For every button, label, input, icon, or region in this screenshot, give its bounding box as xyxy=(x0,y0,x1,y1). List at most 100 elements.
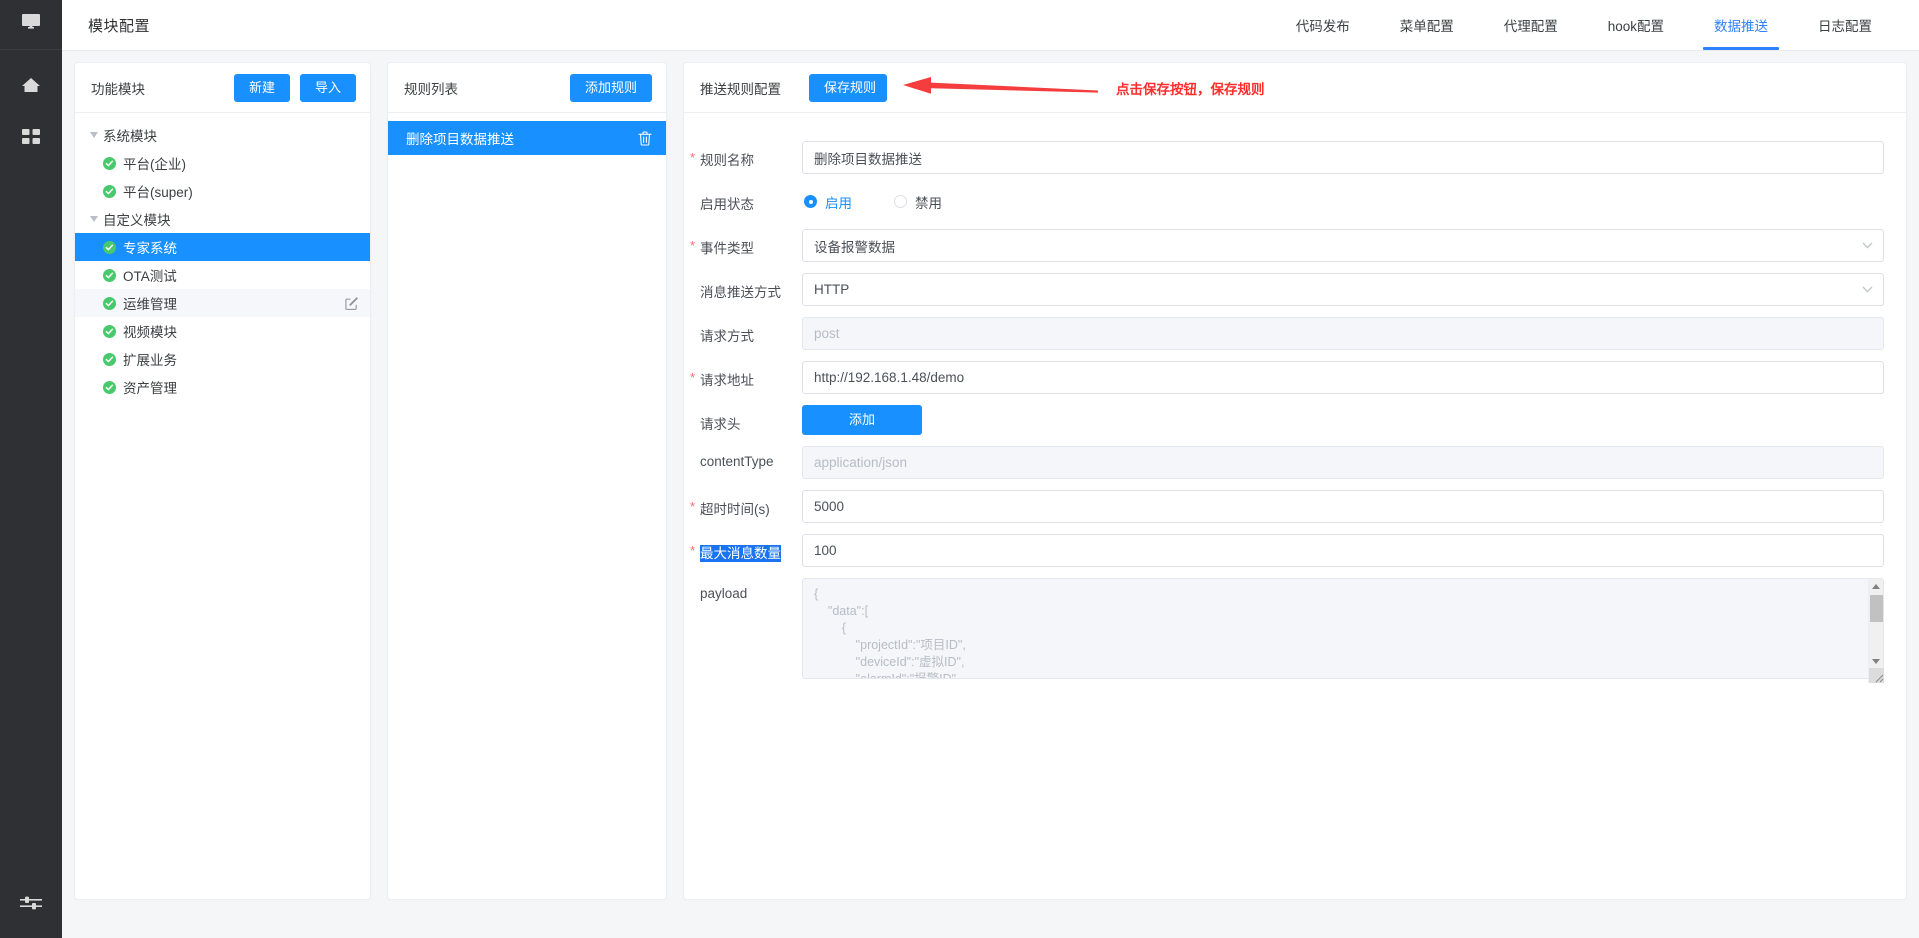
enable-state-radio-group: 启用 禁用 xyxy=(802,185,1884,218)
tree-group-system[interactable]: 系统模块 xyxy=(75,121,370,149)
request-method-label: 请求方式 xyxy=(684,317,802,345)
save-rule-button[interactable]: 保存规则 xyxy=(809,74,887,102)
scrollbar-track[interactable] xyxy=(1869,593,1884,654)
form-row-request-header: 请求头 添加 xyxy=(684,405,1884,435)
trash-icon[interactable] xyxy=(638,131,652,146)
tab-log-config[interactable]: 日志配置 xyxy=(1793,0,1897,50)
tab-proxy-config[interactable]: 代理配置 xyxy=(1479,0,1583,50)
tree-item-ota-test[interactable]: OTA测试 xyxy=(75,261,370,289)
tree-label: OTA测试 xyxy=(123,265,177,285)
tree-label: 资产管理 xyxy=(123,377,177,397)
tree-label: 视频模块 xyxy=(123,321,177,341)
sidebar-item-apps[interactable] xyxy=(18,124,44,150)
timeout-input[interactable] xyxy=(802,490,1884,523)
config-panel-header: 推送规则配置 保存规则 点击保存按钮，保存规则 xyxy=(684,63,1906,113)
event-type-select[interactable] xyxy=(802,229,1884,262)
tree-label: 运维管理 xyxy=(123,293,177,313)
add-header-button[interactable]: 添加 xyxy=(802,405,922,435)
tree-label: 系统模块 xyxy=(103,125,157,145)
push-method-value[interactable] xyxy=(802,273,1884,306)
content-type-input xyxy=(802,446,1884,479)
content-columns: 功能模块 新建 导入 系统模块 xyxy=(62,51,1919,938)
annotation-callout: 点击保存按钮，保存规则 xyxy=(903,74,1265,101)
event-type-value[interactable] xyxy=(802,229,1884,262)
tree-item-platform-super[interactable]: 平台(super) xyxy=(75,177,370,205)
rule-name-label: 删除项目数据推送 xyxy=(406,128,638,148)
tab-label: 数据推送 xyxy=(1714,15,1768,35)
rule-name-input[interactable] xyxy=(802,141,1884,174)
rule-name-label: 规则名称 xyxy=(684,141,802,169)
request-header-label: 请求头 xyxy=(684,405,802,433)
tab-hook-config[interactable]: hook配置 xyxy=(1583,0,1689,50)
tab-data-push[interactable]: 数据推送 xyxy=(1689,0,1793,50)
check-circle-icon xyxy=(103,325,116,338)
tab-code-release[interactable]: 代码发布 xyxy=(1271,0,1375,50)
new-module-button[interactable]: 新建 xyxy=(234,74,290,102)
rail-item-list xyxy=(18,50,44,150)
top-bar: 模块配置 代码发布 菜单配置 代理配置 hook配置 数据推送 日志配置 xyxy=(62,0,1919,51)
resize-grip-icon[interactable] xyxy=(1869,668,1884,683)
timeout-label: 超时时间(s) xyxy=(684,490,802,518)
sidebar-item-home[interactable] xyxy=(18,72,44,98)
radio-dot-icon xyxy=(804,195,817,208)
payload-label: payload xyxy=(684,578,802,601)
modules-panel-header: 功能模块 新建 导入 xyxy=(75,63,370,113)
config-panel: 推送规则配置 保存规则 点击保存按钮，保存规则 xyxy=(683,62,1907,900)
form-row-max-messages: 最大消息数量 xyxy=(684,534,1884,567)
radio-label: 启用 xyxy=(825,192,852,212)
chevron-down-icon[interactable] xyxy=(85,216,103,222)
config-panel-body: 规则名称 启用状态 xyxy=(684,113,1906,899)
rules-panel-title: 规则列表 xyxy=(404,78,458,98)
tab-menu-config[interactable]: 菜单配置 xyxy=(1375,0,1479,50)
tree-item-video-module[interactable]: 视频模块 xyxy=(75,317,370,345)
radio-label: 禁用 xyxy=(915,192,942,212)
payload-textarea[interactable]: { "data":[ { "projectId":"项目ID", "device… xyxy=(802,578,1884,679)
add-rule-button[interactable]: 添加规则 xyxy=(570,74,652,102)
check-circle-icon xyxy=(103,269,116,282)
check-circle-icon xyxy=(103,381,116,394)
radio-disabled[interactable]: 禁用 xyxy=(894,192,942,212)
event-type-label: 事件类型 xyxy=(684,229,802,257)
check-circle-icon xyxy=(103,241,116,254)
radio-enabled[interactable]: 启用 xyxy=(804,192,852,212)
chevron-down-icon[interactable] xyxy=(85,132,103,138)
import-module-button[interactable]: 导入 xyxy=(300,74,356,102)
modules-panel-title: 功能模块 xyxy=(91,78,145,98)
request-url-label: 请求地址 xyxy=(684,361,802,389)
rail-logo[interactable] xyxy=(0,0,62,50)
rail-bottom xyxy=(0,890,62,916)
check-circle-icon xyxy=(103,353,116,366)
request-method-input xyxy=(802,317,1884,350)
module-tree: 系统模块 平台(企业) xyxy=(75,121,370,401)
scroll-up-icon[interactable] xyxy=(1869,579,1884,593)
tab-label: 代码发布 xyxy=(1296,15,1350,35)
payload-scrollbar[interactable] xyxy=(1868,579,1883,683)
check-circle-icon xyxy=(103,297,116,310)
push-method-select[interactable] xyxy=(802,273,1884,306)
top-nav: 代码发布 菜单配置 代理配置 hook配置 数据推送 日志配置 xyxy=(1271,0,1897,50)
push-rule-form: 规则名称 启用状态 xyxy=(684,121,1906,684)
request-url-input[interactable] xyxy=(802,361,1884,394)
sidebar-item-settings[interactable] xyxy=(18,890,44,916)
modules-panel-body[interactable]: 系统模块 平台(企业) xyxy=(75,113,370,899)
tree-item-extension-business[interactable]: 扩展业务 xyxy=(75,345,370,373)
scrollbar-thumb[interactable] xyxy=(1870,595,1883,622)
form-row-content-type: contentType xyxy=(684,446,1884,479)
tree-item-asset-management[interactable]: 资产管理 xyxy=(75,373,370,401)
edit-icon[interactable] xyxy=(345,297,358,310)
form-row-timeout: 超时时间(s) xyxy=(684,490,1884,523)
form-row-request-url: 请求地址 xyxy=(684,361,1884,394)
list-item[interactable]: 删除项目数据推送 xyxy=(388,121,666,155)
page-title: 模块配置 xyxy=(88,0,150,50)
tree-item-expert-system[interactable]: 专家系统 xyxy=(75,233,370,261)
tree-group-custom[interactable]: 自定义模块 xyxy=(75,205,370,233)
tree-item-platform-enterprise[interactable]: 平台(企业) xyxy=(75,149,370,177)
tree-item-ops-management[interactable]: 运维管理 xyxy=(75,289,370,317)
max-messages-input[interactable] xyxy=(802,534,1884,567)
rules-panel-body[interactable]: 删除项目数据推送 xyxy=(388,113,666,899)
payload-textarea-wrap: { "data":[ { "projectId":"项目ID", "device… xyxy=(802,578,1884,684)
scroll-down-icon[interactable] xyxy=(1869,654,1884,668)
tree-label: 自定义模块 xyxy=(103,209,171,229)
form-row-enable-state: 启用状态 启用 禁用 xyxy=(684,185,1884,218)
tree-label: 扩展业务 xyxy=(123,349,177,369)
